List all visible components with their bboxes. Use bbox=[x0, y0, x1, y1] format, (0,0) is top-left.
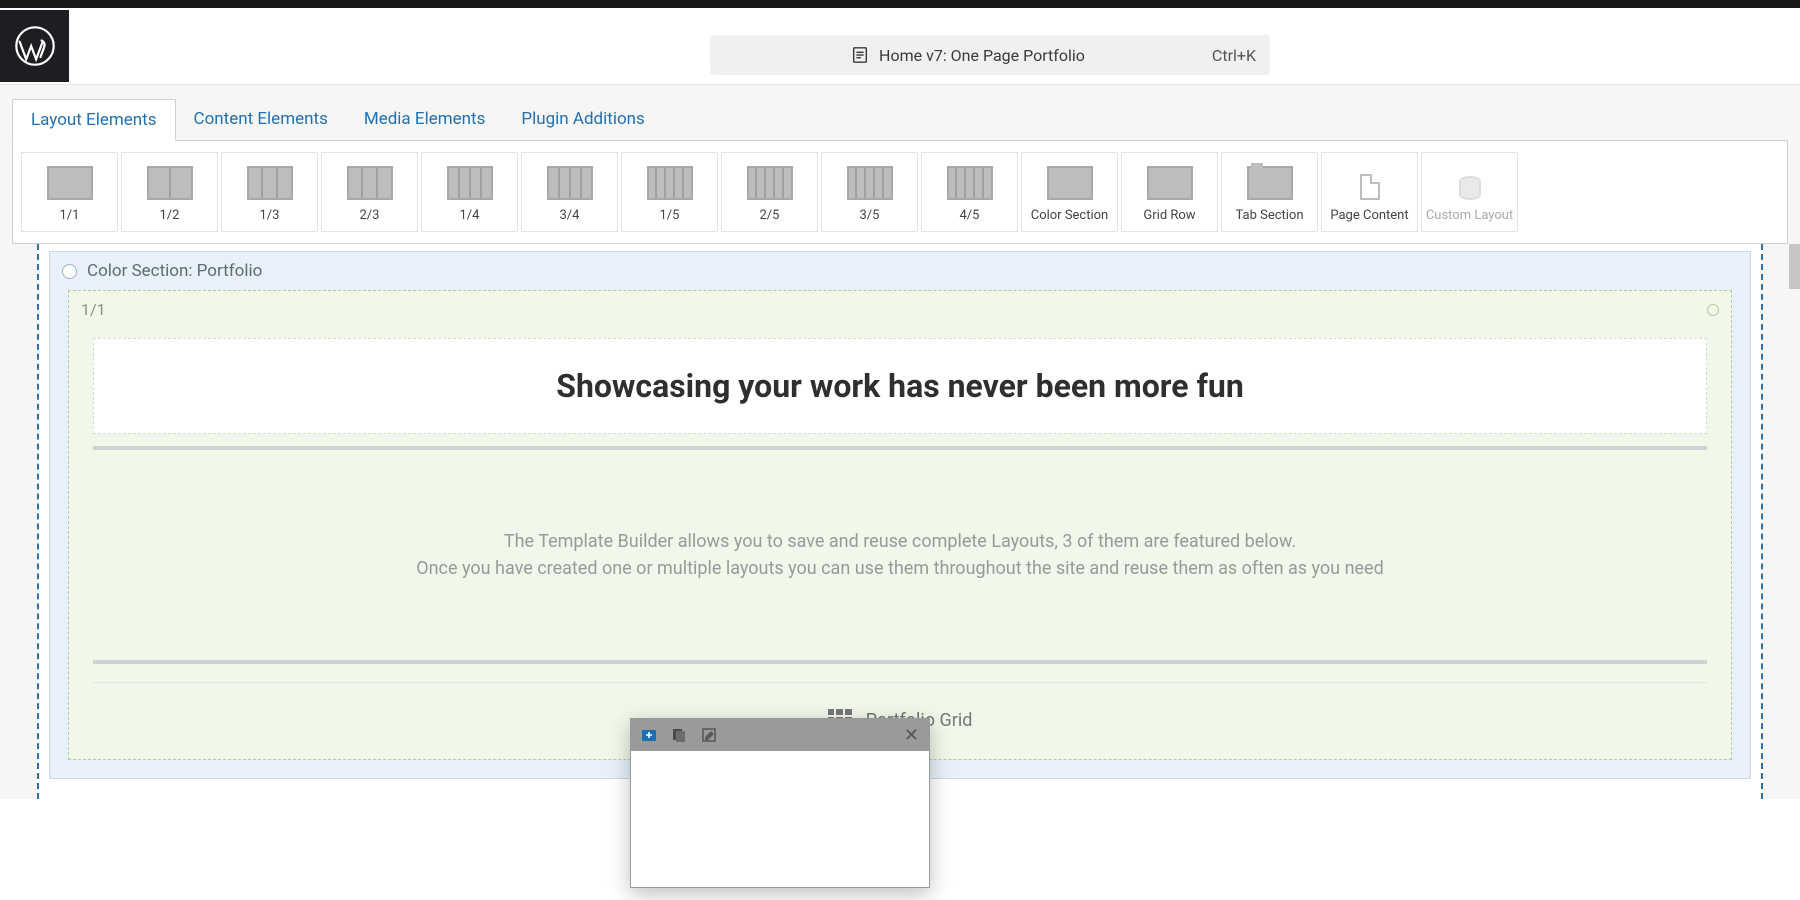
layout-elem-label: Color Section bbox=[1031, 208, 1109, 223]
layout-elem-3-5[interactable]: 3/5 bbox=[821, 152, 918, 232]
color-section-label: Color Section: Portfolio bbox=[87, 261, 262, 281]
edit-icon[interactable] bbox=[701, 727, 717, 743]
layout-elem-4-5[interactable]: 4/5 bbox=[921, 152, 1018, 232]
column-drag-handle-icon[interactable] bbox=[1707, 304, 1719, 316]
columns-icon bbox=[147, 166, 193, 200]
columns-icon bbox=[47, 166, 93, 200]
layout-elem-label: 1/5 bbox=[660, 208, 680, 223]
layout-elem-1-1[interactable]: 1/1 bbox=[21, 152, 118, 232]
scrollbar-thumb[interactable] bbox=[1789, 244, 1800, 289]
popover-header[interactable]: ✕ bbox=[631, 719, 929, 751]
columns-icon bbox=[247, 166, 293, 200]
column-full[interactable]: 1/1 Showcasing your work has never been … bbox=[68, 290, 1732, 760]
column-header[interactable]: 1/1 bbox=[69, 291, 1731, 328]
heading-text: Showcasing your work has never been more… bbox=[114, 367, 1686, 405]
layout-elem-label: 3/4 bbox=[560, 208, 580, 223]
text-block-element[interactable]: The Template Builder allows you to save … bbox=[93, 468, 1707, 642]
layout-elem-page-content[interactable]: Page Content bbox=[1321, 152, 1418, 232]
layout-elem-label: 1/4 bbox=[460, 208, 480, 223]
layout-elem-label: 2/5 bbox=[760, 208, 780, 223]
close-icon[interactable]: ✕ bbox=[904, 725, 919, 746]
layout-elem-label: 1/1 bbox=[60, 208, 80, 223]
layout-elem-label: 1/2 bbox=[160, 208, 180, 223]
app-header: Home v7: One Page Portfolio Ctrl+K bbox=[0, 8, 1800, 84]
layout-elem-1-2[interactable]: 1/2 bbox=[121, 152, 218, 232]
columns-icon bbox=[947, 166, 993, 200]
full-icon bbox=[1047, 166, 1093, 200]
color-section-header[interactable]: Color Section: Portfolio bbox=[50, 252, 1750, 290]
tab-content-elements[interactable]: Content Elements bbox=[176, 99, 346, 141]
builder-toolbar: Layout ElementsContent ElementsMedia Ele… bbox=[0, 84, 1800, 244]
add-icon[interactable] bbox=[641, 727, 657, 743]
layout-elem-3-4[interactable]: 3/4 bbox=[521, 152, 618, 232]
layout-elem-1-3[interactable]: 1/3 bbox=[221, 152, 318, 232]
layout-elements-row: 1/1 1/2 1/3 2/3 1/4 3/4 1/5 2/5 3/5 4/5 Color Sect… bbox=[12, 140, 1788, 244]
layout-elem-1-5[interactable]: 1/5 bbox=[621, 152, 718, 232]
columns-icon bbox=[447, 166, 493, 200]
tab-layout-elements[interactable]: Layout Elements bbox=[12, 99, 176, 141]
columns-icon bbox=[747, 166, 793, 200]
layout-elem-label: 3/5 bbox=[860, 208, 880, 223]
layout-elem-2-3[interactable]: 2/3 bbox=[321, 152, 418, 232]
columns-icon bbox=[647, 166, 693, 200]
wordpress-icon bbox=[13, 24, 57, 68]
layout-elem-label: 1/3 bbox=[260, 208, 280, 223]
page-title-search[interactable]: Home v7: One Page Portfolio Ctrl+K bbox=[710, 35, 1270, 75]
layout-elem-label: Custom Layout bbox=[1426, 208, 1513, 223]
tab-media-elements[interactable]: Media Elements bbox=[346, 99, 504, 141]
page-title: Home v7: One Page Portfolio bbox=[879, 46, 1085, 65]
copy-icon[interactable] bbox=[671, 727, 687, 743]
layout-elem-label: Page Content bbox=[1330, 208, 1408, 223]
layout-elem-color-section[interactable]: Color Section bbox=[1021, 152, 1118, 232]
layout-elem-custom-layout[interactable]: Custom Layout bbox=[1421, 152, 1518, 232]
desc-line-1: The Template Builder allows you to save … bbox=[113, 528, 1687, 555]
layout-elem-label: Tab Section bbox=[1235, 208, 1303, 223]
canvas-wrap: Color Section: Portfolio 1/1 Showcasing … bbox=[0, 244, 1800, 799]
layout-elem-2-5[interactable]: 2/5 bbox=[721, 152, 818, 232]
doc-icon bbox=[1360, 174, 1380, 200]
columns-icon bbox=[847, 166, 893, 200]
section-toggle-icon[interactable] bbox=[62, 264, 77, 279]
element-action-popover[interactable]: ✕ bbox=[630, 718, 930, 888]
shortcut-hint: Ctrl+K bbox=[1212, 46, 1256, 65]
columns-icon bbox=[547, 166, 593, 200]
canvas[interactable]: Color Section: Portfolio 1/1 Showcasing … bbox=[37, 244, 1763, 799]
document-icon bbox=[851, 46, 869, 64]
tabs-row: Layout ElementsContent ElementsMedia Ele… bbox=[12, 99, 1788, 141]
layout-elem-tab-section[interactable]: Tab Section bbox=[1221, 152, 1318, 232]
layout-elem-label: Grid Row bbox=[1143, 208, 1195, 223]
layout-elem-1-4[interactable]: 1/4 bbox=[421, 152, 518, 232]
separator-element[interactable] bbox=[93, 446, 1707, 450]
layout-elem-grid-row[interactable]: Grid Row bbox=[1121, 152, 1218, 232]
tabsec-icon bbox=[1247, 166, 1293, 200]
heading-element[interactable]: Showcasing your work has never been more… bbox=[93, 338, 1707, 434]
layout-elem-label: 2/3 bbox=[360, 208, 380, 223]
color-section[interactable]: Color Section: Portfolio 1/1 Showcasing … bbox=[49, 251, 1751, 779]
columns-icon bbox=[347, 166, 393, 200]
separator-element-2[interactable] bbox=[93, 660, 1707, 664]
grid-icon bbox=[1147, 166, 1193, 200]
column-label: 1/1 bbox=[81, 300, 106, 319]
admin-top-strip bbox=[0, 0, 1800, 8]
desc-line-2: Once you have created one or multiple la… bbox=[113, 555, 1687, 582]
layout-elem-label: 4/5 bbox=[960, 208, 980, 223]
tab-plugin-additions[interactable]: Plugin Additions bbox=[503, 99, 662, 141]
db-icon bbox=[1459, 176, 1481, 200]
wordpress-logo[interactable] bbox=[0, 10, 69, 82]
